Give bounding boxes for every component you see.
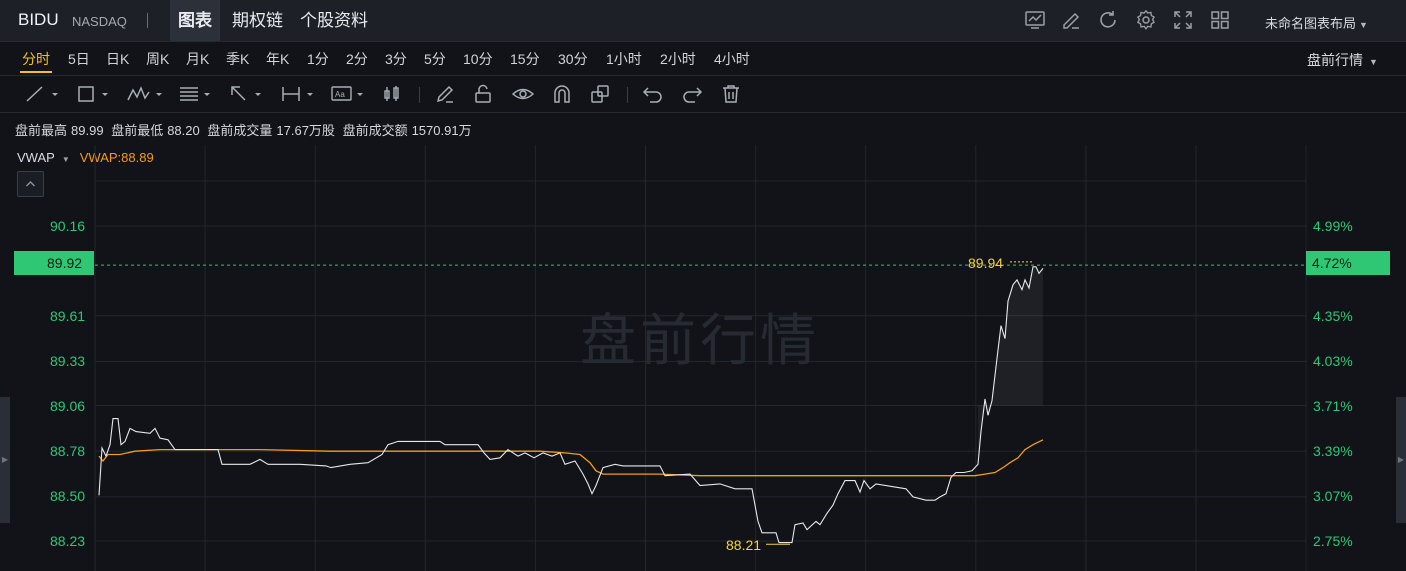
price-tick: 89.61 bbox=[50, 308, 86, 324]
percent-tick: 3.39% bbox=[1313, 443, 1353, 459]
low-marker-label: 88.21 bbox=[726, 537, 762, 553]
left-panel-handle[interactable]: ▶ bbox=[0, 397, 10, 523]
chevron-right-icon: ▶ bbox=[1397, 455, 1405, 464]
chevron-right-icon: ▶ bbox=[1, 455, 9, 464]
price-area-fill bbox=[978, 266, 1043, 465]
percent-tick: 4.03% bbox=[1313, 353, 1353, 369]
price-tick: 88.23 bbox=[50, 533, 86, 549]
percent-tick: 4.99% bbox=[1313, 218, 1353, 234]
intraday-chart[interactable] bbox=[0, 0, 1406, 571]
current-price-tag: 89.92 bbox=[14, 251, 94, 275]
current-percent-tag: 4.72% bbox=[1306, 251, 1390, 275]
percent-tick: 3.71% bbox=[1313, 398, 1353, 414]
chart-watermark: 盘前行情 bbox=[580, 309, 820, 372]
price-tick: 89.06 bbox=[50, 398, 86, 414]
percent-tick: 2.75% bbox=[1313, 533, 1353, 549]
price-tick: 88.78 bbox=[50, 443, 86, 459]
percent-tick: 3.07% bbox=[1313, 488, 1353, 504]
high-marker-label: 89.94 bbox=[968, 255, 1004, 271]
price-tick: 88.50 bbox=[50, 488, 86, 504]
vwap-line bbox=[98, 439, 1044, 477]
right-panel-handle[interactable]: ▶ bbox=[1396, 397, 1406, 523]
price-line bbox=[98, 266, 1044, 544]
percent-tick: 4.35% bbox=[1313, 308, 1353, 324]
price-tick: 89.33 bbox=[50, 353, 86, 369]
price-tick: 90.16 bbox=[50, 218, 86, 234]
